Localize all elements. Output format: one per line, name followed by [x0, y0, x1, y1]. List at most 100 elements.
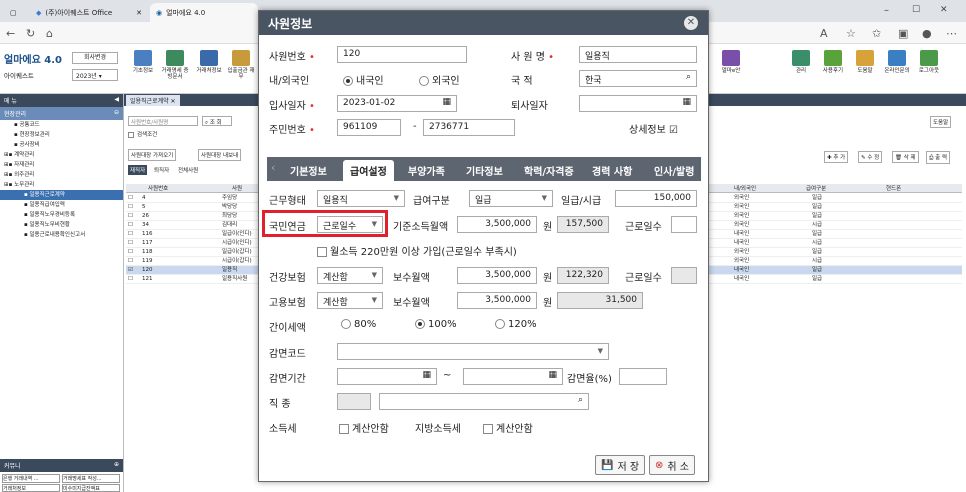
bank-history-button[interactable]: 은행 거래내역 ... — [2, 474, 60, 483]
job-type-field[interactable]: ⌕ — [379, 393, 589, 410]
foreign-radio[interactable]: 외국인 — [419, 72, 460, 87]
toolbar-eoan[interactable]: 얼마e안 — [716, 50, 746, 74]
leave-date-field[interactable]: ▦ — [579, 95, 697, 112]
row-checkbox[interactable]: ☐ — [128, 221, 133, 230]
health-salary-field[interactable]: 3,500,000 — [457, 267, 537, 284]
toolbar-finance[interactable]: 입출금관 재무 — [226, 50, 256, 80]
refresh-icon[interactable]: ↻ — [26, 27, 35, 40]
toolbar-basic-info[interactable]: 기초정보 — [128, 50, 158, 74]
sidebar-toggle-icon[interactable]: ▢ — [4, 3, 28, 22]
search-icon[interactable]: ⌕ — [578, 395, 583, 405]
browser-tab-office[interactable]: ◆ (주)아이퀘스트 Office ✕ — [30, 3, 148, 22]
row-checkbox[interactable]: ☐ — [128, 203, 133, 212]
rate-100-radio[interactable]: 100% — [415, 319, 457, 330]
reduction-rate-field[interactable] — [619, 368, 667, 385]
sub-tab-retired[interactable]: 퇴직자 — [152, 165, 171, 175]
menu-tree-item[interactable]: ⊞▪ 노무관리 — [0, 180, 123, 190]
detail-info-toggle[interactable]: 상세정보 ☑ — [629, 121, 678, 136]
row-checkbox[interactable]: ☑ — [128, 266, 133, 275]
monthly-income-checkbox[interactable]: 월소득 220만원 이상 가입(근로일수 부족시) — [317, 243, 517, 258]
menu-tree-item[interactable]: ▪ 현장정보관리 — [0, 130, 123, 140]
window-minimize-button[interactable]: – — [884, 5, 889, 16]
pay-type-select[interactable]: 일급 ▼ — [469, 190, 553, 207]
edit-button[interactable]: ✎ 수 정 — [858, 151, 883, 163]
emp-name-field[interactable]: 일용직 — [579, 46, 697, 63]
read-aloud-icon[interactable]: A — [820, 27, 828, 40]
employ-basis-select[interactable]: 계산함 ▼ — [317, 292, 383, 309]
year-select[interactable]: 2023년 ▾ — [72, 69, 118, 81]
more-icon[interactable]: ⋯ — [946, 27, 957, 40]
menu-tree-item[interactable]: ▪ 일용직급여입력 — [0, 200, 123, 210]
menu-section-header[interactable]: 현장관리 ⊖ — [0, 107, 123, 120]
toolbar-documents[interactable]: 거래명세 증빙문서 — [160, 50, 190, 80]
toolbar-review[interactable]: 사용후기 — [818, 50, 848, 74]
search-button[interactable]: ⌕ 조 회 — [202, 116, 232, 126]
row-checkbox[interactable]: ☐ — [128, 194, 133, 203]
add-button[interactable]: ✚ 추 가 — [824, 151, 849, 163]
row-checkbox[interactable]: ☐ — [128, 230, 133, 239]
delete-button[interactable]: 🗑 삭 제 — [892, 151, 919, 163]
row-checkbox[interactable]: ☐ — [128, 248, 133, 257]
row-checkbox[interactable]: ☐ — [128, 212, 133, 221]
window-maximize-button[interactable]: ☐ — [912, 5, 920, 15]
collapse-icon[interactable]: ◀ — [114, 96, 119, 105]
tab-daily-contract[interactable]: 일용직근로계약 ✕ — [126, 95, 180, 106]
favorites-list-icon[interactable]: ✩ — [872, 27, 881, 40]
save-button[interactable]: 💾 저 장 — [595, 455, 646, 475]
tab-dependents[interactable]: 부양가족 — [401, 160, 452, 181]
tab-close-icon[interactable]: ✕ — [136, 9, 142, 17]
toolbar-client-info[interactable]: 거래처정보 — [194, 50, 224, 74]
tab-basic-info[interactable]: 기본정보 — [283, 160, 334, 181]
menu-tree-item[interactable]: ▪ 공사장비 — [0, 140, 123, 150]
income-tax-no-calc-checkbox[interactable]: 계산안함 — [339, 420, 389, 435]
local-tax-no-calc-checkbox[interactable]: 계산안함 — [483, 420, 533, 435]
calendar-icon[interactable]: ▦ — [548, 370, 557, 380]
toolbar-manage[interactable]: 관리 — [786, 50, 816, 74]
toolbar-inquiry[interactable]: 온라인문의 — [882, 50, 912, 74]
rrn-front-field[interactable]: 961109 — [337, 119, 401, 136]
reduction-code-select[interactable]: ▼ — [337, 343, 609, 360]
toolbar-help[interactable]: 도움말 — [850, 50, 880, 74]
rate-80-radio[interactable]: 80% — [341, 319, 376, 330]
profile-icon[interactable]: ● — [922, 27, 932, 40]
home-icon[interactable]: ⌂ — [46, 27, 53, 40]
row-checkbox[interactable]: ☐ — [128, 257, 133, 266]
rate-120-radio[interactable]: 120% — [495, 319, 537, 330]
employee-search-input[interactable]: 사원번호/사원명 — [128, 116, 198, 126]
window-close-button[interactable]: ✕ — [940, 5, 948, 15]
community-toggle-icon[interactable]: ⊕ — [114, 461, 119, 470]
toolbar-logout[interactable]: 로그아웃 — [914, 50, 944, 74]
dialog-close-button[interactable]: ✕ — [684, 16, 698, 30]
menu-tree-item[interactable]: ⊞▪ 계약관리 — [0, 150, 123, 160]
search-condition-toggle[interactable]: 검색조건 — [128, 130, 157, 138]
menu-tree-item[interactable]: ▪ 일용근로내용확인신고서 — [0, 230, 123, 240]
health-basis-select[interactable]: 계산함 ▼ — [317, 267, 383, 284]
rrn-back-field[interactable]: 2736771 — [423, 119, 515, 136]
emp-no-field[interactable]: 120 — [337, 46, 467, 63]
reduction-end-field[interactable]: ▦ — [463, 368, 563, 385]
company-change-button[interactable]: 회사변경 — [72, 52, 118, 64]
browser-tab-app[interactable]: ◉ 얼마에요 4.0 — [150, 3, 258, 22]
calendar-icon[interactable]: ▦ — [682, 97, 691, 107]
employ-salary-field[interactable]: 3,500,000 — [457, 292, 537, 309]
collections-icon[interactable]: ▣ — [898, 27, 908, 40]
row-checkbox[interactable]: ☐ — [128, 275, 133, 284]
favorite-icon[interactable]: ☆ — [846, 27, 856, 40]
sub-tab-all[interactable]: 전체사원 — [176, 165, 200, 175]
menu-tree-item[interactable]: ▪ 공통코드 — [0, 120, 123, 130]
tab-hr[interactable]: 인사/발령 — [647, 160, 699, 181]
menu-tree-item[interactable]: ⊞▪ 자재관리 — [0, 160, 123, 170]
print-button[interactable]: ⎙ 출 력 — [926, 151, 951, 164]
tab-scroll-left-icon[interactable]: ‹ — [271, 161, 275, 174]
calendar-icon[interactable]: ▦ — [442, 97, 451, 107]
statement-button[interactable]: 거래명세표 작성... — [62, 474, 120, 483]
help-button[interactable]: 도움말 — [930, 116, 952, 128]
menu-tree-item[interactable]: ▪ 일용직노무경비등록 — [0, 210, 123, 220]
row-checkbox[interactable]: ☐ — [128, 239, 133, 248]
join-date-field[interactable]: 2023-01-02 ▦ — [337, 95, 457, 112]
tab-education[interactable]: 학력/자격증 — [517, 160, 581, 181]
tab-career[interactable]: 경력 사항 — [585, 160, 639, 181]
calendar-icon[interactable]: ▦ — [422, 370, 431, 380]
base-income-field[interactable]: 3,500,000 — [457, 216, 537, 233]
tab-pay-settings[interactable]: 급여설정 — [343, 160, 394, 181]
